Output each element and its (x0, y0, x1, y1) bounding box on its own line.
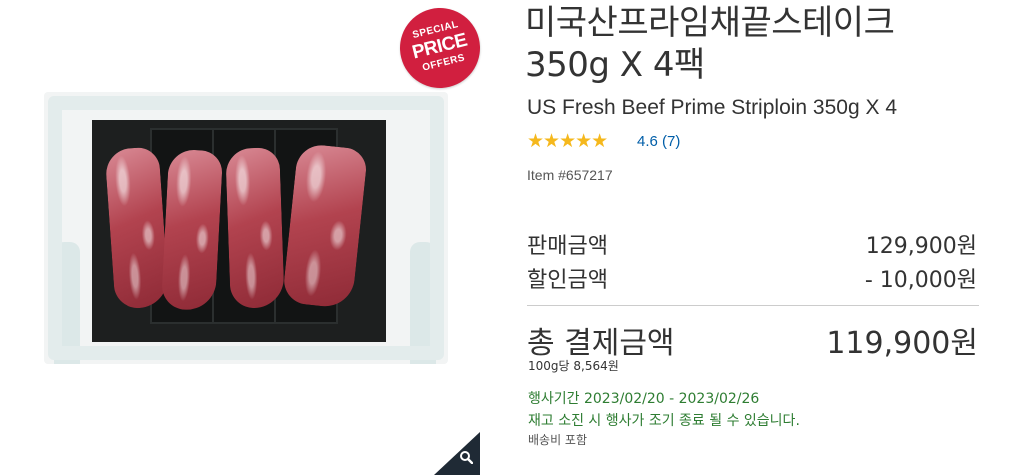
product-title-korean: 미국산프라임채끝스테이크 350g X 4팩 (525, 3, 895, 85)
discount-value: - 10,000원 (864, 268, 977, 293)
unit-price: 100g당 8,564원 (528, 359, 619, 373)
total-price-value: 119,900원 (826, 326, 978, 361)
sale-price-value: 129,900원 (865, 234, 977, 259)
magnifier-icon[interactable] (459, 450, 477, 468)
review-count[interactable]: (7) (662, 133, 680, 150)
steak (160, 148, 224, 312)
item-number: Item #657217 (527, 167, 613, 183)
total-price-label: 총 결제금액 (527, 326, 675, 361)
shipping-info: 배송비 포함 (528, 433, 588, 447)
divider (527, 305, 979, 306)
rating-link[interactable]: 4.6 (7) (637, 133, 680, 150)
product-image-area: SPECIAL PRICE OFFERS (0, 0, 489, 475)
promo-notice: 재고 소진 시 행사가 조기 종료 될 수 있습니다. (528, 413, 800, 429)
sale-price-label: 판매금액 (527, 234, 608, 259)
steak (104, 146, 170, 310)
special-price-badge: SPECIAL PRICE OFFERS (391, 0, 489, 97)
rating-value[interactable]: 4.6 (637, 133, 658, 150)
discount-label: 할인금액 (527, 268, 608, 293)
product-title-english: US Fresh Beef Prime Striploin 350g X 4 (527, 96, 898, 119)
star-rating-icon: ★★★★★ (527, 131, 608, 152)
steak (225, 147, 285, 309)
promo-period: 행사기간 2023/02/20 - 2023/02/26 (528, 391, 760, 407)
